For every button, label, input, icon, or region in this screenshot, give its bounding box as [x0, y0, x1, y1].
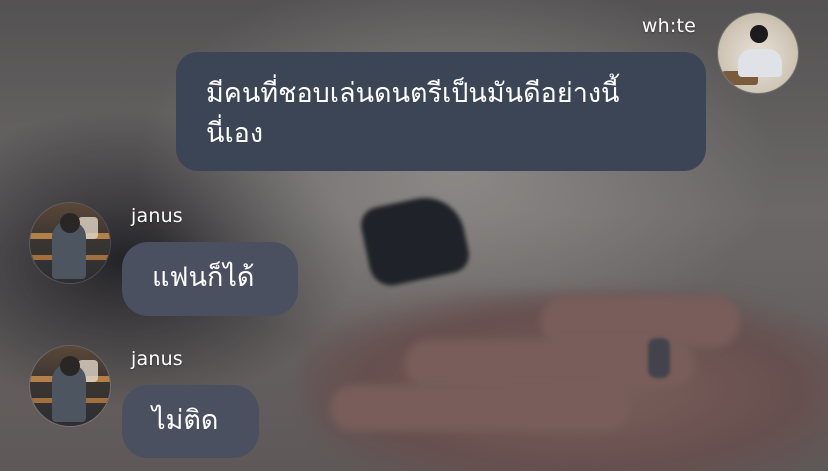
avatar[interactable] [718, 13, 798, 93]
message-bubble[interactable]: แฟนก็ได้ [122, 242, 298, 316]
head-shape [60, 213, 80, 233]
sender-name: janus [131, 348, 183, 370]
message-line: มีคนที่ชอบเล่นดนตรีเป็นมันดีอย่างนี้ [206, 78, 620, 109]
avatar[interactable] [30, 203, 110, 283]
avatar[interactable] [30, 346, 110, 426]
person-shape [738, 49, 782, 77]
head-shape [750, 25, 768, 43]
message-text: ไม่ติด [152, 405, 219, 436]
message-text: แฟนก็ได้ [152, 262, 255, 293]
message-line: นี่เอง [206, 118, 264, 149]
message-bubble[interactable]: มีคนที่ชอบเล่นดนตรีเป็นมันดีอย่างนี้ นี่… [176, 52, 706, 171]
head-shape [60, 356, 80, 376]
message-bubble[interactable]: ไม่ติด [122, 385, 259, 458]
sender-name: janus [131, 205, 183, 227]
sender-name: wh:te [641, 15, 696, 37]
